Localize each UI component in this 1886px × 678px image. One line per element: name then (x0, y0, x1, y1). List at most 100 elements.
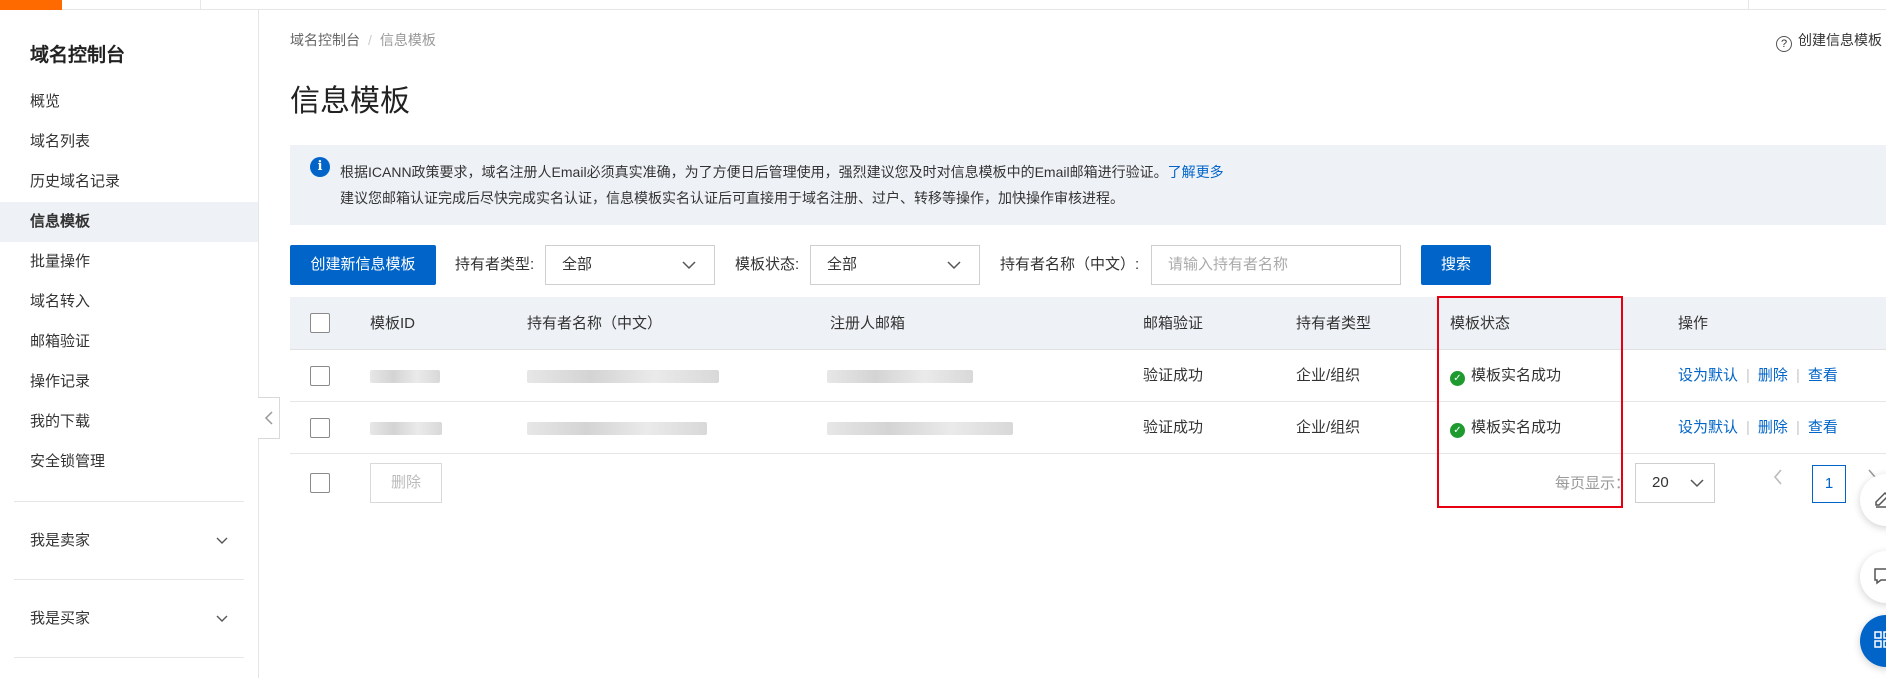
delete-link[interactable]: 删除 (1758, 419, 1788, 436)
holder-type-cell: 企业/组织 (1296, 419, 1361, 436)
sidebar-group-buyer[interactable]: 我是买家 (0, 599, 258, 639)
set-default-link[interactable]: 设为默认 (1678, 419, 1738, 436)
footer-select-all-checkbox[interactable] (310, 473, 330, 493)
create-template-help-link[interactable]: ? 创建信息模板 (1776, 30, 1882, 52)
page-number-current[interactable]: 1 (1812, 465, 1846, 503)
notice-text-1: 根据ICANN政策要求，域名注册人Email必须真实准确，为了方便日后管理使用，… (340, 164, 1168, 180)
holder-type-select[interactable]: 全部 (545, 245, 715, 285)
breadcrumb: 域名控制台 / 信息模板 (290, 30, 436, 50)
prev-page-button[interactable] (1772, 468, 1784, 486)
select-all-checkbox[interactable] (310, 313, 330, 333)
chat-icon (1874, 568, 1886, 585)
sidebar-collapse-handle[interactable] (258, 397, 280, 439)
page-size-select[interactable]: 20 (1635, 463, 1715, 503)
chevron-down-icon (216, 615, 228, 622)
create-template-button[interactable]: 创建新信息模板 (290, 245, 436, 285)
chevron-down-icon (682, 261, 696, 270)
sidebar-group-label: 我是买家 (30, 610, 91, 627)
annotation-highlight-box (1437, 296, 1623, 508)
holder-type-cell: 企业/组织 (1296, 367, 1361, 384)
column-header-email: 注册人邮箱 (830, 315, 906, 332)
sidebar-divider (14, 579, 244, 580)
row-actions: 设为默认 | 删除 | 查看 (1678, 350, 1838, 402)
help-link-label: 创建信息模板 (1798, 32, 1882, 48)
redacted-email (827, 370, 973, 383)
info-icon: i (310, 157, 330, 177)
question-icon: ? (1776, 36, 1792, 52)
column-header-actions: 操作 (1678, 315, 1709, 332)
action-separator: | (1746, 367, 1750, 384)
column-header-template-id: 模板ID (370, 315, 416, 332)
breadcrumb-root[interactable]: 域名控制台 (290, 32, 360, 48)
row-checkbox[interactable] (310, 366, 330, 386)
page-title: 信息模板 (290, 85, 410, 118)
sidebar-item-domain-list[interactable]: 域名列表 (0, 122, 258, 162)
floating-apps-button[interactable] (1860, 615, 1886, 667)
page-size-value: 20 (1652, 474, 1669, 491)
learn-more-link[interactable]: 了解更多 (1168, 164, 1224, 180)
action-separator: | (1795, 367, 1800, 384)
template-status-label: 模板状态: (735, 256, 800, 273)
redacted-email (827, 422, 1013, 435)
action-separator: | (1795, 419, 1800, 436)
sidebar-item-batch[interactable]: 批量操作 (0, 242, 258, 282)
sidebar-item-overview[interactable]: 概览 (0, 82, 258, 122)
chevron-down-icon (216, 537, 228, 544)
notice-line-2: 建议您邮箱认证完成后尽快完成实名认证，信息模板实名认证后可直接用于域名注册、过户… (340, 190, 1124, 206)
sidebar-divider (14, 657, 244, 658)
chevron-down-icon (947, 261, 961, 270)
sidebar-title: 域名控制台 (30, 45, 126, 66)
floating-edit-button[interactable] (1860, 474, 1886, 526)
edit-icon (1875, 491, 1886, 508)
column-header-holder-type: 持有者类型 (1296, 315, 1372, 332)
redacted-holder-name (527, 422, 707, 435)
email-verify-cell: 验证成功 (1143, 419, 1204, 436)
top-bar-divider (1748, 0, 1749, 10)
sidebar-item-email-verify[interactable]: 邮箱验证 (0, 322, 258, 362)
search-button[interactable]: 搜索 (1421, 245, 1491, 285)
sidebar-item-transfer-in[interactable]: 域名转入 (0, 282, 258, 322)
sidebar-item-info-template[interactable]: 信息模板 (0, 202, 258, 242)
sidebar-item-security-lock[interactable]: 安全锁管理 (0, 442, 258, 482)
holder-name-label: 持有者名称（中文）: (1000, 256, 1140, 273)
view-link[interactable]: 查看 (1808, 367, 1838, 384)
table-header: 模板ID 持有者名称（中文） 注册人邮箱 邮箱验证 持有者类型 模板状态 操作 (290, 297, 1886, 350)
top-bar-divider (200, 0, 201, 10)
row-checkbox[interactable] (310, 418, 330, 438)
chevron-down-icon (1690, 479, 1704, 488)
holder-type-label: 持有者类型: (455, 256, 535, 273)
sidebar-item-downloads[interactable]: 我的下载 (0, 402, 258, 442)
sidebar-group-seller[interactable]: 我是卖家 (0, 521, 258, 561)
batch-delete-button[interactable]: 删除 (370, 463, 442, 503)
sidebar-item-history[interactable]: 历史域名记录 (0, 162, 258, 202)
sidebar-item-operation-log[interactable]: 操作记录 (0, 362, 258, 402)
table-row: 验证成功 企业/组织 ✓ 模板实名成功 设为默认 | 删除 | 查看 (290, 402, 1886, 454)
sidebar: 域名控制台 概览 域名列表 历史域名记录 信息模板 批量操作 域名转入 邮箱验证… (0, 10, 259, 678)
chevron-left-icon (264, 411, 273, 425)
column-header-holder-name: 持有者名称（中文） (527, 315, 663, 332)
top-bar (0, 0, 1886, 10)
email-verify-cell: 验证成功 (1143, 367, 1204, 384)
template-status-value: 全部 (827, 256, 858, 273)
set-default-link[interactable]: 设为默认 (1678, 367, 1738, 384)
redacted-template-id (370, 422, 442, 435)
floating-feedback-button[interactable] (1860, 551, 1886, 603)
row-actions: 设为默认 | 删除 | 查看 (1678, 402, 1838, 454)
redacted-template-id (370, 370, 440, 383)
column-header-email-verify: 邮箱验证 (1143, 315, 1204, 332)
template-status-select[interactable]: 全部 (810, 245, 980, 285)
action-separator: | (1746, 419, 1750, 436)
brand-logo[interactable] (0, 0, 62, 10)
sidebar-group-label: 我是卖家 (30, 532, 91, 549)
notice-banner: i 根据ICANN政策要求，域名注册人Email必须真实准确，为了方便日后管理使… (290, 145, 1886, 225)
delete-link[interactable]: 删除 (1758, 367, 1788, 384)
breadcrumb-current: 信息模板 (379, 32, 436, 48)
table-row: 验证成功 企业/组织 ✓ 模板实名成功 设为默认 | 删除 | 查看 (290, 350, 1886, 402)
grid-icon (1874, 631, 1886, 648)
holder-type-value: 全部 (562, 256, 593, 273)
breadcrumb-separator: / (368, 32, 372, 48)
notice-line-1: 根据ICANN政策要求，域名注册人Email必须真实准确，为了方便日后管理使用，… (340, 162, 1224, 182)
holder-name-input[interactable]: 请输入持有者名称 (1151, 245, 1401, 285)
view-link[interactable]: 查看 (1808, 419, 1838, 436)
sidebar-divider (14, 501, 244, 502)
